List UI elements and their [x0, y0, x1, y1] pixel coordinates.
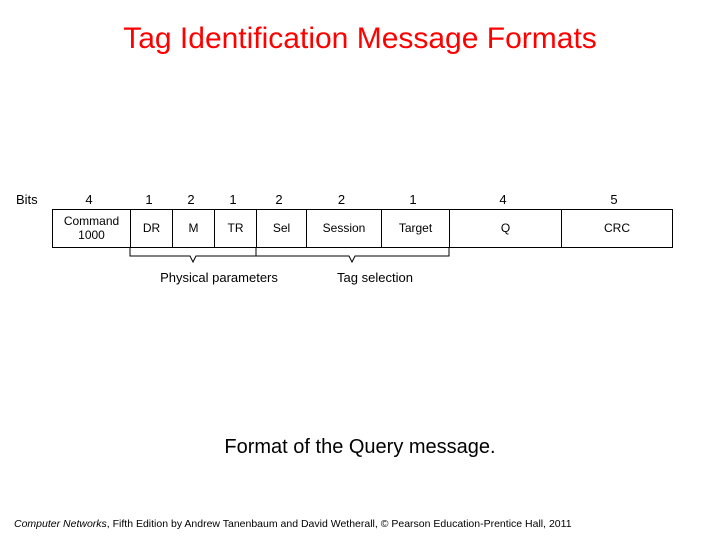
field-label: Sel — [273, 221, 290, 235]
field-label: M — [189, 221, 199, 235]
field-command: Command 1000 — [53, 210, 131, 247]
field-sel: Sel — [257, 210, 307, 247]
bits-col-8: 5 — [559, 192, 669, 207]
figure-caption: Format of the Query message. — [0, 436, 720, 459]
annotation-labels-row: Physical parameters Tag selection — [52, 270, 706, 285]
message-format-diagram: Bits 4 1 2 1 2 2 1 4 5 Command 1000 DR M… — [14, 192, 706, 285]
field-label: CRC — [604, 221, 630, 235]
field-crc: CRC — [562, 210, 672, 247]
field-label: Q — [501, 221, 510, 235]
field-session: Session — [307, 210, 382, 247]
field-q: Q — [450, 210, 562, 247]
bits-col-5: 2 — [304, 192, 379, 207]
field-label: DR — [143, 221, 160, 235]
field-dr: DR — [131, 210, 173, 247]
field-label: Target — [399, 221, 432, 235]
bits-col-4: 2 — [254, 192, 304, 207]
annotation-physical-parameters: Physical parameters — [128, 270, 310, 285]
bits-col-1: 1 — [128, 192, 170, 207]
slide-title: Tag Identification Message Formats — [0, 0, 720, 56]
bracket-annotations-icon — [52, 248, 672, 270]
field-value: 1000 — [78, 228, 105, 242]
bits-col-0: 4 — [50, 192, 128, 207]
bits-label: Bits — [14, 192, 50, 207]
field-label: TR — [228, 221, 244, 235]
bits-header-row: Bits 4 1 2 1 2 2 1 4 5 — [14, 192, 706, 207]
field-label: Command — [64, 214, 119, 228]
slide-footer: Computer Networks, Fifth Edition by Andr… — [14, 518, 706, 530]
bits-col-6: 1 — [379, 192, 447, 207]
bits-col-7: 4 — [447, 192, 559, 207]
field-tr: TR — [215, 210, 257, 247]
field-label: Session — [323, 221, 366, 235]
bits-col-3: 1 — [212, 192, 254, 207]
annotation-tag-selection: Tag selection — [310, 270, 440, 285]
field-target: Target — [382, 210, 450, 247]
fields-row: Command 1000 DR M TR Sel Session Target … — [52, 209, 673, 248]
bits-col-2: 2 — [170, 192, 212, 207]
field-m: M — [173, 210, 215, 247]
footer-book-title: Computer Networks — [14, 518, 107, 530]
footer-rest: , Fifth Edition by Andrew Tanenbaum and … — [107, 518, 572, 530]
